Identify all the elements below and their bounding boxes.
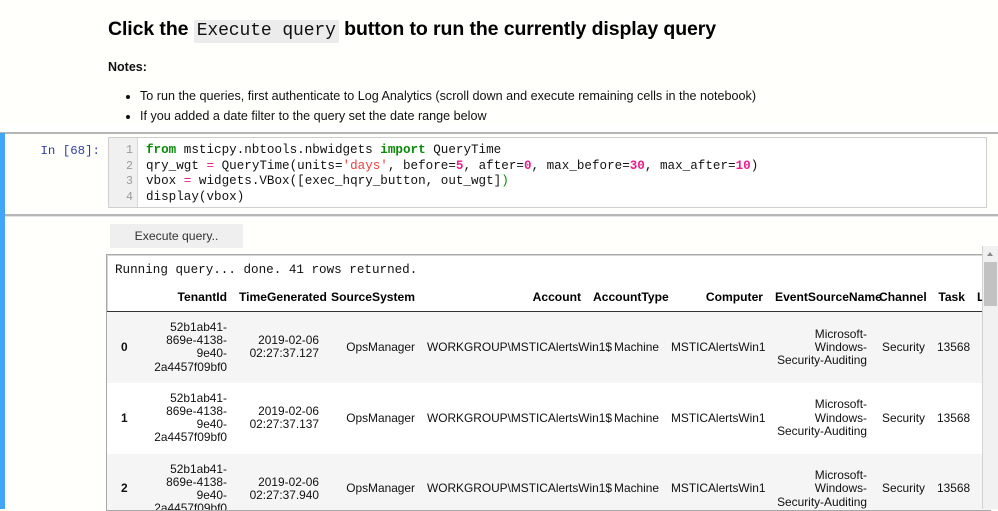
scroll-up-arrow-icon[interactable] bbox=[983, 246, 998, 261]
title-suffix: button to run the currently display quer… bbox=[338, 18, 716, 40]
table-header-row: TenantId TimeGenerated SourceSystem Acco… bbox=[107, 290, 991, 312]
code-token-number: 30 bbox=[629, 158, 645, 173]
code-token-module: msticpy.nbtools.nbwidgets bbox=[176, 143, 381, 157]
column-header-account[interactable]: Account bbox=[421, 290, 587, 312]
scrollbar-thumb[interactable] bbox=[984, 262, 997, 306]
cell-timegenerated: 2019-02-06 02:27:37.137 bbox=[233, 382, 325, 454]
cell-channel: Security bbox=[873, 382, 931, 454]
code-token-from: from bbox=[146, 143, 177, 157]
code-token: ) bbox=[750, 158, 759, 173]
column-header-tenantid[interactable]: TenantId bbox=[145, 290, 233, 312]
cell-index: 1 bbox=[107, 382, 145, 454]
title-inline-code: Execute query bbox=[193, 20, 339, 43]
cell-timegenerated: 2019-02-06 02:27:37.940 bbox=[233, 453, 325, 510]
code-token: , max_before= bbox=[531, 158, 630, 173]
cell-eventsourcename: Microsoft-Windows-Security-Auditing bbox=[769, 453, 873, 510]
list-item: To run the queries, first authenticate t… bbox=[140, 86, 998, 106]
column-header-computer[interactable]: Computer bbox=[665, 290, 769, 312]
cell-account: WORKGROUP\MSTICAlertsWin1$ bbox=[421, 453, 612, 510]
code-token-paren: ) bbox=[501, 174, 509, 189]
title-prefix: Click the bbox=[108, 18, 194, 40]
line-number: 4 bbox=[126, 190, 133, 204]
execution-count-prompt: In [68]: bbox=[40, 144, 101, 158]
line-number: 3 bbox=[126, 175, 133, 189]
selected-cell-accent-bar bbox=[0, 133, 5, 509]
line-number: 1 bbox=[126, 144, 133, 157]
code-token-number: 10 bbox=[735, 158, 751, 173]
code-token-number: 0 bbox=[523, 158, 532, 173]
cell-eventsourcename: Microsoft-Windows-Security-Auditing bbox=[769, 311, 873, 383]
cell-channel: Security bbox=[873, 453, 931, 510]
code-token-name: QueryTime bbox=[425, 143, 502, 157]
column-header-sourcesystem[interactable]: SourceSystem bbox=[325, 290, 421, 312]
code-token-string: 'days' bbox=[342, 158, 388, 173]
line-number-gutter: 1 2 34 bbox=[109, 138, 138, 207]
notes-label: Notes: bbox=[108, 59, 147, 74]
code-token: [exec_hqry_button, out_wgt] bbox=[297, 174, 502, 189]
table-row: 1 52b1ab41-869e-4138-9e40-2a4457f09bf0 2… bbox=[107, 382, 991, 454]
code-input-cell[interactable]: In [68]: 1 2 34 from msticpy.nbtools.nbwid… bbox=[0, 134, 998, 212]
code-token: , max_after= bbox=[644, 158, 736, 173]
code-token: display(vbox) bbox=[146, 189, 245, 204]
execute-query-button[interactable]: Execute query.. bbox=[110, 224, 243, 248]
code-token-import: import bbox=[380, 143, 426, 157]
line-number: 2 bbox=[126, 159, 133, 173]
cell-account: WORKGROUP\MSTICAlertsWin1$ bbox=[421, 382, 612, 454]
code-token: QueryTime(units= bbox=[214, 158, 343, 173]
notes-list: To run the queries, first authenticate t… bbox=[0, 86, 998, 127]
cell-timegenerated: 2019-02-06 02:27:37.127 bbox=[233, 311, 325, 383]
cell-account: WORKGROUP\MSTICAlertsWin1$ bbox=[421, 311, 612, 383]
code-token: , before= bbox=[387, 158, 456, 173]
cell-output-area: Execute query.. Running query... done. 4… bbox=[0, 214, 998, 511]
code-token: qry_wgt bbox=[146, 158, 207, 173]
table-row: 2 52b1ab41-869e-4138-9e40-2a4457f09bf0 2… bbox=[107, 453, 991, 510]
column-header-eventsourcename[interactable]: EventSourceName bbox=[769, 290, 882, 312]
code-editor[interactable]: 1 2 34 from msticpy.nbtools.nbwidgets impo… bbox=[108, 137, 987, 208]
cell-sourcesystem: OpsManager bbox=[325, 311, 421, 383]
page-title: Click the Execute query button to run th… bbox=[108, 18, 998, 43]
cell-tenantid: 52b1ab41-869e-4138-9e40-2a4457f09bf0 bbox=[145, 453, 233, 510]
query-status-message: Running query... done. 41 rows returned. bbox=[115, 263, 418, 277]
code-text[interactable]: from msticpy.nbtools.nbwidgets import Qu… bbox=[138, 138, 986, 207]
cell-computer: MSTICAlertsWin1 bbox=[665, 311, 769, 383]
cell-task: 13568 bbox=[931, 453, 971, 510]
code-token-assign: = bbox=[206, 158, 215, 173]
column-header-task[interactable]: Task bbox=[931, 290, 971, 312]
cell-computer: MSTICAlertsWin1 bbox=[665, 382, 769, 454]
cell-task: 13568 bbox=[931, 311, 971, 383]
cell-eventsourcename: Microsoft-Windows-Security-Auditing bbox=[769, 382, 873, 454]
cell-sourcesystem: OpsManager bbox=[325, 453, 421, 510]
cell-tenantid: 52b1ab41-869e-4138-9e40-2a4457f09bf0 bbox=[145, 311, 233, 383]
cell-channel: Security bbox=[873, 311, 931, 383]
cell-task: 13568 bbox=[931, 382, 971, 454]
cell-index: 2 bbox=[107, 453, 145, 510]
column-header-channel[interactable]: Channel bbox=[873, 290, 931, 312]
cell-computer: MSTICAlertsWin1 bbox=[665, 453, 769, 510]
vertical-scrollbar[interactable] bbox=[982, 246, 998, 509]
table-row: 0 52b1ab41-869e-4138-9e40-2a4457f09bf0 2… bbox=[107, 311, 991, 383]
list-item: If you added a date filter to the query … bbox=[140, 106, 998, 126]
column-header-timegenerated[interactable]: TimeGenerated bbox=[233, 290, 327, 312]
results-dataframe: TenantId TimeGenerated SourceSystem Acco… bbox=[107, 290, 991, 510]
code-token: widgets.VBox( bbox=[191, 174, 298, 189]
cell-index: 0 bbox=[107, 311, 145, 383]
column-header-accounttype[interactable]: AccountType bbox=[587, 290, 669, 312]
markdown-cell[interactable]: Click the Execute query button to run th… bbox=[0, 0, 998, 127]
query-result-output[interactable]: Running query... done. 41 rows returned.… bbox=[106, 254, 991, 511]
cell-sourcesystem: OpsManager bbox=[325, 382, 421, 454]
cell-tenantid: 52b1ab41-869e-4138-9e40-2a4457f09bf0 bbox=[145, 382, 233, 454]
code-token: vbox bbox=[146, 174, 184, 189]
code-token: , after= bbox=[463, 158, 524, 173]
column-header-index[interactable] bbox=[107, 290, 145, 312]
